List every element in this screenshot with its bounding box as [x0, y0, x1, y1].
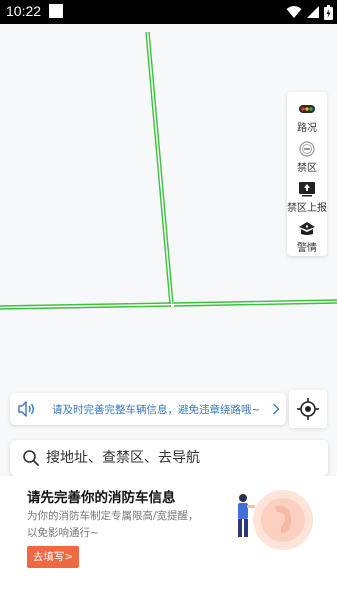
upload-icon [299, 182, 315, 197]
traffic-light-icon [299, 105, 315, 113]
speaker-icon [18, 401, 34, 417]
traffic-button[interactable]: 路况 [287, 96, 327, 136]
signal-icon [307, 6, 319, 18]
crosshair-icon [297, 398, 319, 420]
illustration-image [238, 490, 313, 550]
police-alert-button[interactable]: 警情 [287, 216, 327, 256]
search-bar[interactable] [10, 440, 328, 476]
status-time: 10:22 [6, 3, 42, 19]
notice-bar[interactable]: 请及时完善完整车辆信息，避免违章绕路哦~ [10, 393, 286, 425]
notice-text: 请及时完善完整车辆信息，避免违章绕路哦~ [52, 404, 261, 416]
report-zone-button[interactable]: 禁区上报 [287, 176, 327, 216]
traffic-label: 路况 [297, 123, 317, 134]
fill-in-button[interactable]: 去填写> [27, 546, 79, 568]
report-zone-label: 禁区上报 [287, 203, 327, 214]
map-tools-panel: 路况 禁区 禁区上报 警情 [287, 92, 327, 256]
police-cap-icon [299, 222, 315, 235]
notification-icon [49, 4, 63, 18]
no-entry-icon [299, 141, 315, 157]
status-bar: 10:22 [0, 0, 337, 24]
restricted-zone-label: 禁区 [297, 163, 317, 174]
prompt-title: 请先完善你的消防车信息 [27, 490, 176, 506]
status-icons [286, 4, 333, 20]
prompt-description: 为你的消防车制定专属限高/宽提醒，以免影响通行~ [27, 510, 199, 539]
restricted-zone-button[interactable]: 禁区 [287, 136, 327, 176]
chevron-right-icon [273, 403, 280, 415]
wifi-icon [286, 6, 302, 18]
search-icon [23, 450, 39, 466]
vehicle-info-prompt: 请先完善你的消防车信息 为你的消防车制定专属限高/宽提醒，以免影响通行~ 去填写… [0, 476, 337, 600]
battery-icon [324, 4, 333, 20]
locate-button[interactable] [289, 390, 327, 428]
police-alert-label: 警情 [297, 243, 317, 254]
search-input[interactable] [46, 446, 316, 470]
